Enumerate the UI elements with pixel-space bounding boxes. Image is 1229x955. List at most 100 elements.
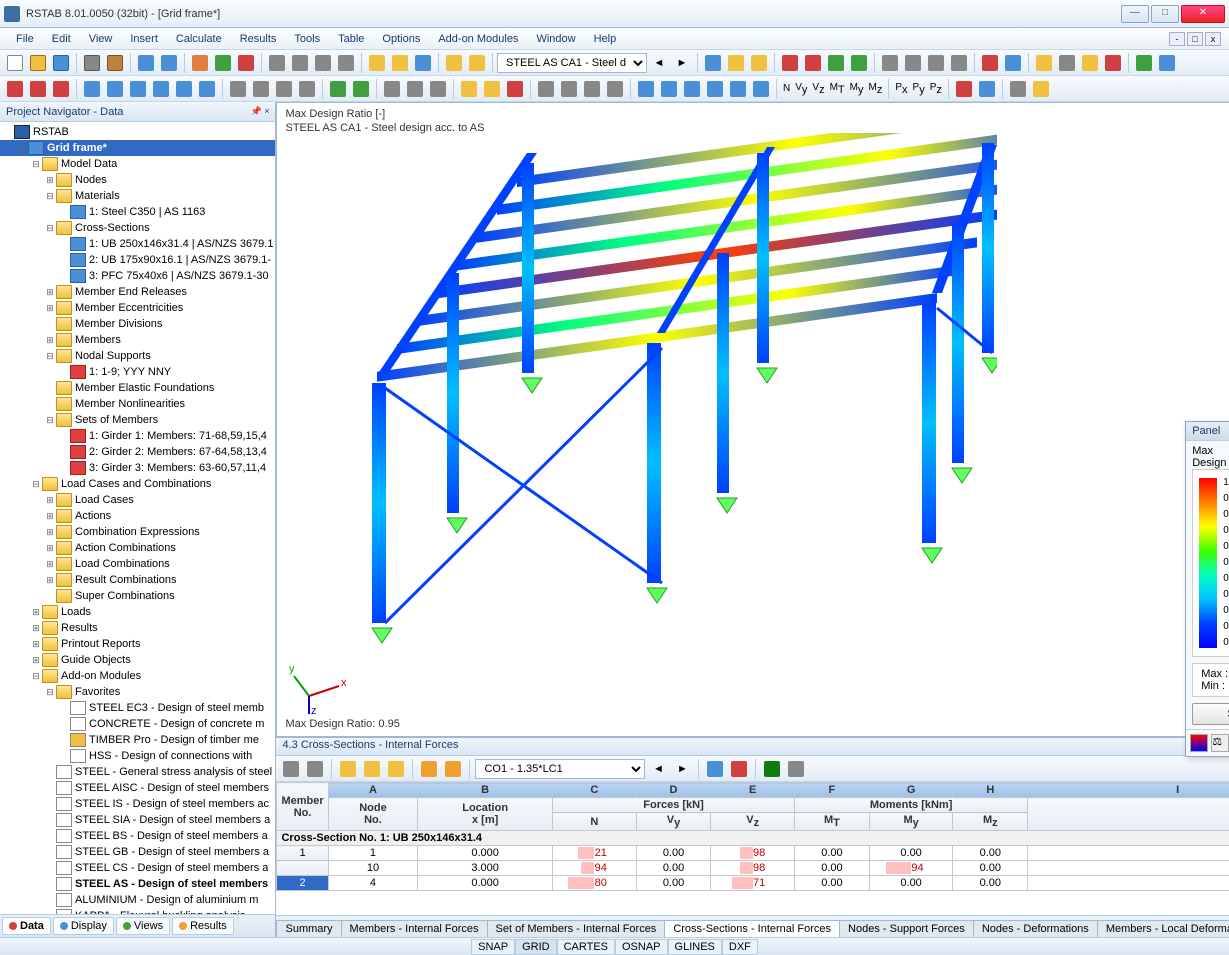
open-icon[interactable] xyxy=(27,52,49,74)
tool-icon[interactable] xyxy=(4,78,26,100)
menu-tools[interactable]: Tools xyxy=(286,31,328,47)
tool-icon[interactable] xyxy=(779,52,801,74)
tool-icon[interactable] xyxy=(189,52,211,74)
design-case-select[interactable]: STEEL AS CA1 - Steel desig xyxy=(497,53,647,73)
tool-icon[interactable] xyxy=(337,758,359,780)
menu-window[interactable]: Window xyxy=(528,31,583,47)
tool-icon[interactable] xyxy=(725,52,747,74)
tree-item[interactable]: Member Divisions xyxy=(0,316,275,332)
tool-icon[interactable] xyxy=(879,52,901,74)
tree-item[interactable]: ⊟Nodal Supports xyxy=(0,348,275,364)
tool-icon[interactable] xyxy=(81,78,103,100)
tree-item[interactable]: ⊞Combination Expressions xyxy=(0,524,275,540)
tool-icon[interactable] xyxy=(1133,52,1155,74)
nav-tab-data[interactable]: Data xyxy=(2,917,51,935)
tool-icon[interactable] xyxy=(327,78,349,100)
tool-icon[interactable] xyxy=(212,52,234,74)
tool-icon[interactable] xyxy=(296,78,318,100)
tree-item[interactable]: 1: Girder 1: Members: 71-68,59,15,4 xyxy=(0,428,275,444)
prev-icon[interactable]: ◄ xyxy=(647,758,669,780)
tool-icon[interactable] xyxy=(704,78,726,100)
next-icon[interactable]: ► xyxy=(671,758,693,780)
tool-icon[interactable] xyxy=(173,78,195,100)
panel-filter-icon[interactable]: ⚖ xyxy=(1211,734,1229,752)
tool-icon[interactable] xyxy=(389,52,411,74)
tool-icon[interactable] xyxy=(728,758,750,780)
tree-item[interactable]: ⊞Load Cases xyxy=(0,492,275,508)
menu-calculate[interactable]: Calculate xyxy=(168,31,230,47)
tree-item[interactable]: ⊞Member End Releases xyxy=(0,284,275,300)
tool-icon[interactable] xyxy=(412,52,434,74)
status-cartes[interactable]: CARTES xyxy=(557,939,615,955)
tool-icon[interactable] xyxy=(802,52,824,74)
tool-icon[interactable] xyxy=(273,78,295,100)
tree-item[interactable]: STEEL EC3 - Design of steel memb xyxy=(0,700,275,716)
tool-icon[interactable] xyxy=(266,52,288,74)
tool-icon[interactable] xyxy=(418,758,440,780)
redo-icon[interactable] xyxy=(158,52,180,74)
tree-item[interactable]: STEEL IS - Design of steel members ac xyxy=(0,796,275,812)
tool-icon[interactable] xyxy=(458,78,480,100)
print-icon[interactable] xyxy=(81,52,103,74)
excel-icon[interactable] xyxy=(761,758,783,780)
load-case-select[interactable]: CO1 - 1.35*LC1 xyxy=(475,759,645,779)
prev-icon[interactable]: ◄ xyxy=(648,52,670,74)
tool-icon[interactable] xyxy=(1030,78,1052,100)
menu-file[interactable]: File xyxy=(8,31,42,47)
tree-item[interactable]: Member Elastic Foundations xyxy=(0,380,275,396)
tool-icon[interactable] xyxy=(235,52,257,74)
tool-icon[interactable] xyxy=(1002,52,1024,74)
tree-item[interactable]: ⊟Model Data xyxy=(0,156,275,172)
tool-icon[interactable] xyxy=(504,78,526,100)
new-icon[interactable] xyxy=(4,52,26,74)
tree-item[interactable]: STEEL AISC - Design of steel members xyxy=(0,780,275,796)
tool-icon[interactable] xyxy=(1056,52,1078,74)
menu-table[interactable]: Table xyxy=(330,31,372,47)
color-scale-panel[interactable]: Panel× Max Design Ratio [-] 1.000.750.70… xyxy=(1185,421,1229,757)
mdi-close-button[interactable]: x xyxy=(1205,32,1221,46)
tool-icon[interactable] xyxy=(304,758,326,780)
tool-icon[interactable] xyxy=(948,52,970,74)
tab-members-if[interactable]: Members - Internal Forces xyxy=(341,920,488,937)
tool-icon[interactable] xyxy=(466,52,488,74)
tree-item[interactable]: ⊟Favorites xyxy=(0,684,275,700)
tree-item[interactable]: 3: Girder 3: Members: 63-60,57,11,4 xyxy=(0,460,275,476)
close-button[interactable]: ✕ xyxy=(1181,5,1225,23)
tool-icon[interactable] xyxy=(727,78,749,100)
tool-icon[interactable] xyxy=(1007,78,1029,100)
tab-cross-sections-if[interactable]: Cross-Sections - Internal Forces xyxy=(664,920,840,937)
tool-icon[interactable] xyxy=(50,78,72,100)
tool-icon[interactable] xyxy=(227,78,249,100)
tree-item[interactable]: ⊞Loads xyxy=(0,604,275,620)
tree-item[interactable]: 1: 1-9; YYY NNY xyxy=(0,364,275,380)
tool-icon[interactable] xyxy=(104,78,126,100)
panel-steel-as-button[interactable]: STEEL AS xyxy=(1192,703,1229,725)
tree-item[interactable]: STEEL CS - Design of steel members a xyxy=(0,860,275,876)
pin-icon[interactable]: 📌 × xyxy=(251,106,270,117)
tool-icon[interactable] xyxy=(196,78,218,100)
tree-item[interactable]: ⊞Printout Reports xyxy=(0,636,275,652)
tree-item[interactable]: STEEL - General stress analysis of steel xyxy=(0,764,275,780)
tool-icon[interactable] xyxy=(127,78,149,100)
tool-icon[interactable] xyxy=(350,78,372,100)
tool-icon[interactable] xyxy=(427,78,449,100)
menu-addon[interactable]: Add-on Modules xyxy=(430,31,526,47)
status-glines[interactable]: GLINES xyxy=(668,939,722,955)
tool-icon[interactable] xyxy=(361,758,383,780)
tree-item[interactable]: ⊟Cross-Sections xyxy=(0,220,275,236)
tree-item[interactable]: STEEL BS - Design of steel members a xyxy=(0,828,275,844)
tool-icon[interactable] xyxy=(953,78,975,100)
tool-icon[interactable] xyxy=(335,52,357,74)
tree-item[interactable]: ⊞Result Combinations xyxy=(0,572,275,588)
tool-icon[interactable] xyxy=(442,758,464,780)
tool-icon[interactable] xyxy=(385,758,407,780)
tool-icon[interactable] xyxy=(825,52,847,74)
tool-icon[interactable] xyxy=(785,758,807,780)
status-dxf[interactable]: DXF xyxy=(722,939,758,955)
tool-icon[interactable] xyxy=(976,78,998,100)
menu-edit[interactable]: Edit xyxy=(44,31,79,47)
tab-set-members-if[interactable]: Set of Members - Internal Forces xyxy=(487,920,666,937)
tool-icon[interactable] xyxy=(381,78,403,100)
tool-icon[interactable] xyxy=(150,78,172,100)
results-table[interactable]: MemberNo. A B C D E F G H I NodeNo.Locat… xyxy=(276,782,1229,891)
